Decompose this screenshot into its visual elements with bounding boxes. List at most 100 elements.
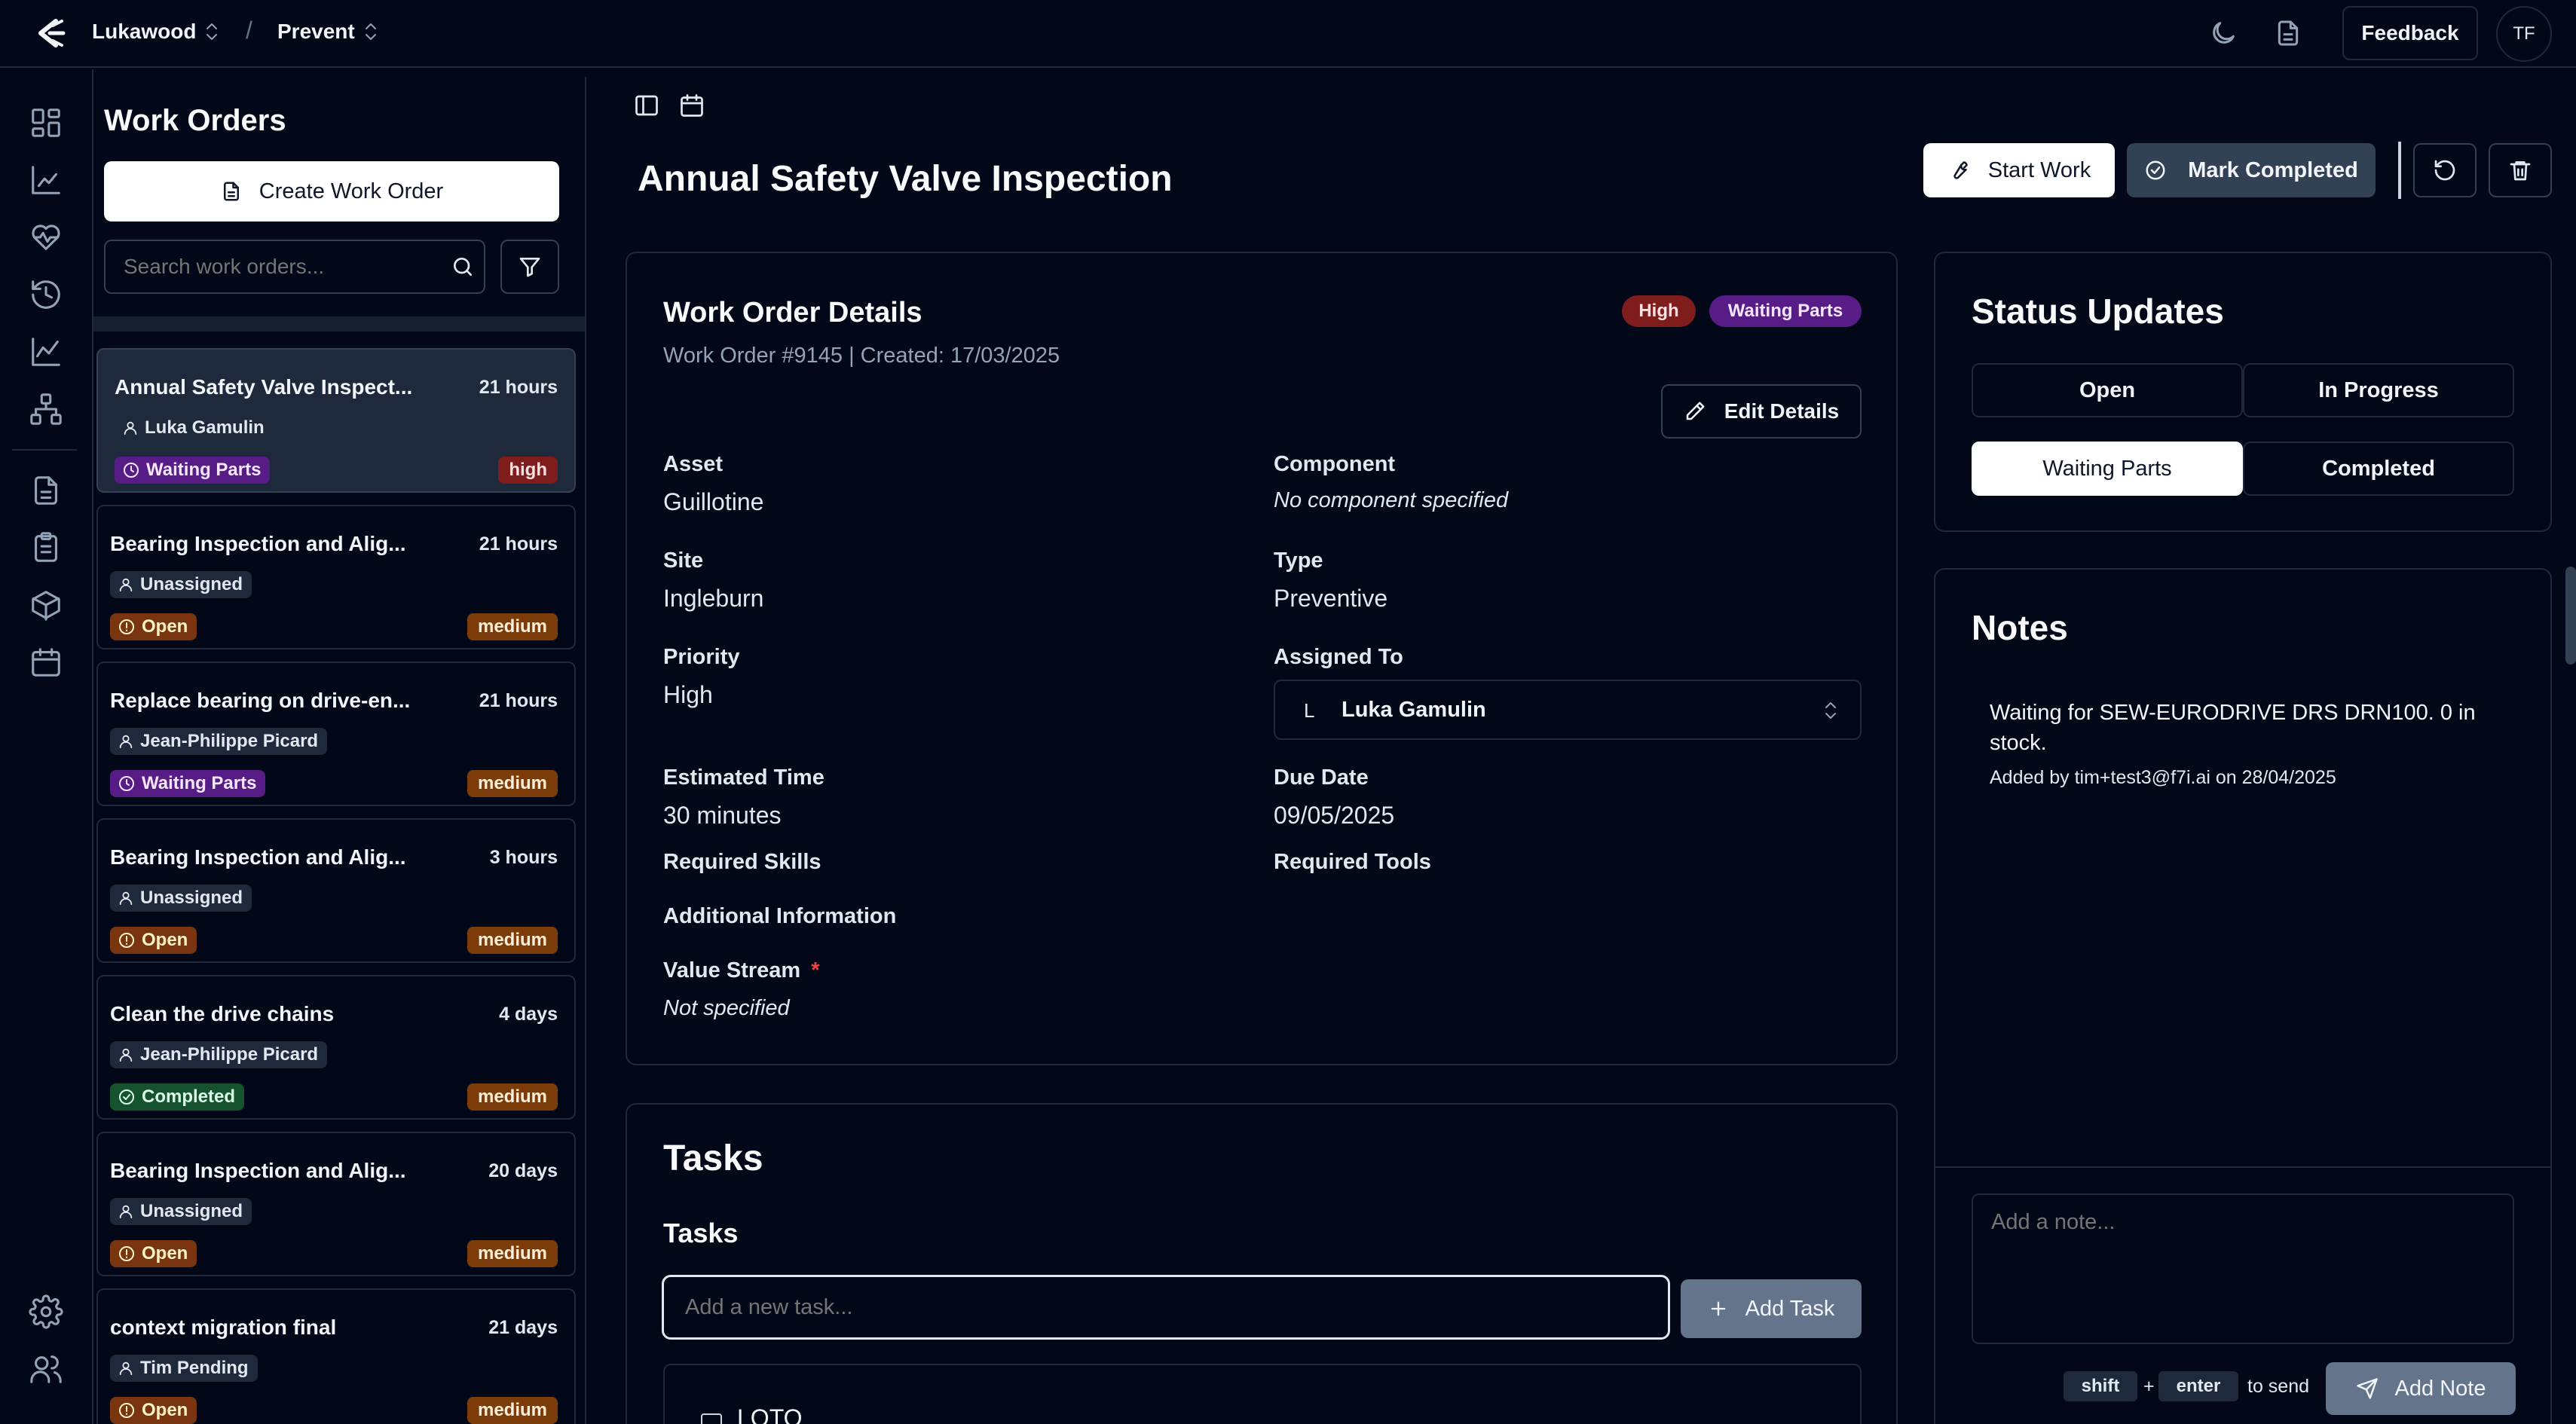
app-switcher[interactable]: Prevent bbox=[277, 20, 379, 44]
status-option-completed[interactable]: Completed bbox=[2243, 442, 2514, 496]
moon-icon[interactable] bbox=[2208, 18, 2238, 48]
tasks-card: Tasks Tasks Add Task LOTO bbox=[626, 1103, 1898, 1424]
work-orders-icon[interactable] bbox=[29, 473, 63, 508]
task-checkbox[interactable] bbox=[701, 1413, 722, 1424]
new-task-input[interactable] bbox=[662, 1275, 1670, 1340]
status-option-waiting-parts[interactable]: Waiting Parts bbox=[1972, 442, 2243, 496]
shift-key: shift bbox=[2064, 1371, 2137, 1401]
note-text: Waiting for SEW-EURODRIVE DRS DRN100. 0 … bbox=[1990, 701, 2476, 755]
add-task-button[interactable]: Add Task bbox=[1681, 1279, 1862, 1338]
priority-badge: medium bbox=[467, 1240, 558, 1267]
site-label: Site bbox=[663, 549, 704, 573]
type-label: Type bbox=[1274, 549, 1323, 573]
shortcut-hint: to send bbox=[2247, 1376, 2310, 1397]
nav-rail bbox=[0, 69, 93, 1424]
assignee-name: Unassigned bbox=[140, 1201, 243, 1221]
alert-circle-icon bbox=[118, 931, 142, 949]
delete-button[interactable] bbox=[2489, 143, 2552, 197]
work-order-card[interactable]: Bearing Inspection and Alig... 3 hours U… bbox=[96, 818, 576, 963]
priority-value: High bbox=[663, 681, 713, 708]
page-title: Annual Safety Valve Inspection bbox=[638, 159, 1173, 199]
status-badge: Open bbox=[110, 1397, 197, 1424]
check-circle-icon bbox=[2144, 159, 2167, 182]
notes-heading: Notes bbox=[1972, 608, 2068, 647]
rotate-ccw-icon bbox=[2433, 158, 2457, 182]
add-note-label: Add Note bbox=[2394, 1376, 2486, 1401]
status-badge: Open bbox=[110, 927, 197, 954]
work-order-card[interactable]: Clean the drive chains 4 days Jean-Phili… bbox=[96, 975, 576, 1120]
box-icon[interactable] bbox=[29, 588, 63, 622]
history-icon[interactable] bbox=[29, 277, 63, 312]
hierarchy-icon[interactable] bbox=[29, 392, 63, 426]
status-badge: Completed bbox=[110, 1083, 245, 1111]
work-order-age: 21 hours bbox=[479, 377, 558, 398]
feedback-button[interactable]: Feedback bbox=[2342, 6, 2478, 60]
alert-circle-icon bbox=[118, 1401, 142, 1419]
avatar[interactable]: TF bbox=[2496, 6, 2552, 62]
due-date-label: Due Date bbox=[1274, 765, 1369, 790]
assigned-label: Assigned To bbox=[1274, 645, 1403, 669]
org-switcher[interactable]: Lukawood bbox=[92, 20, 220, 44]
work-order-card[interactable]: Replace bearing on drive-en... 21 hours … bbox=[96, 662, 576, 806]
bar-chart-icon[interactable] bbox=[29, 163, 63, 197]
work-order-card[interactable]: Annual Safety Valve Inspect... 21 hours … bbox=[96, 348, 576, 493]
status-label: Completed bbox=[142, 1086, 236, 1107]
work-order-card[interactable]: Bearing Inspection and Alig... 20 days U… bbox=[96, 1132, 576, 1276]
start-work-button[interactable]: Start Work bbox=[1923, 143, 2115, 197]
status-updates-heading: Status Updates bbox=[1972, 292, 2224, 331]
mark-completed-button[interactable]: Mark Completed bbox=[2127, 143, 2376, 197]
breadcrumb-separator: / bbox=[246, 17, 252, 44]
chevrons-up-down-icon bbox=[363, 20, 379, 43]
users-icon[interactable] bbox=[29, 1352, 63, 1386]
work-order-title: Bearing Inspection and Alig... bbox=[110, 532, 406, 555]
settings-icon[interactable] bbox=[29, 1294, 63, 1329]
work-order-card[interactable]: Bearing Inspection and Alig... 21 hours … bbox=[96, 505, 576, 649]
work-order-cards: Annual Safety Valve Inspect... 21 hours … bbox=[96, 77, 579, 1424]
add-note-button[interactable]: Add Note bbox=[2326, 1362, 2516, 1415]
work-order-title: context migration final bbox=[110, 1316, 337, 1339]
component-label: Component bbox=[1274, 452, 1396, 476]
heart-pulse-icon[interactable] bbox=[29, 220, 63, 255]
alert-circle-icon bbox=[118, 1245, 142, 1263]
edit-details-button[interactable]: Edit Details bbox=[1661, 384, 1862, 439]
sidebar-toggle-icon[interactable] bbox=[633, 92, 660, 119]
work-order-card[interactable]: context migration final 21 days Tim Pend… bbox=[96, 1288, 576, 1424]
page-scrollbar[interactable] bbox=[2565, 567, 2576, 665]
calendar-icon[interactable] bbox=[29, 645, 63, 680]
user-icon bbox=[118, 1360, 140, 1377]
reset-button[interactable] bbox=[2413, 143, 2477, 197]
chevron-burst-logo-icon[interactable] bbox=[33, 17, 68, 50]
work-order-title: Annual Safety Valve Inspect... bbox=[115, 375, 413, 399]
document-icon[interactable] bbox=[2273, 18, 2303, 48]
note-input[interactable] bbox=[1972, 1193, 2514, 1344]
component-value: No component specified bbox=[1274, 488, 1509, 512]
priority-badge: high bbox=[498, 457, 558, 484]
status-label: Waiting Parts bbox=[146, 460, 262, 480]
work-order-age: 3 hours bbox=[489, 847, 558, 868]
status-option-open[interactable]: Open bbox=[1972, 363, 2243, 417]
assignee-select[interactable]: L Luka Gamulin bbox=[1274, 680, 1862, 740]
shortcut-plus: + bbox=[2143, 1376, 2155, 1397]
task-name: LOTO bbox=[737, 1404, 803, 1424]
status-label: Waiting Parts bbox=[142, 773, 257, 793]
task-item[interactable]: LOTO bbox=[663, 1364, 1862, 1424]
work-order-title: Replace bearing on drive-en... bbox=[110, 689, 411, 712]
work-order-details-card: Work Order Details Work Order #9145 | Cr… bbox=[626, 252, 1898, 1065]
assignee-chip: Unassigned bbox=[110, 1198, 252, 1225]
line-chart-icon[interactable] bbox=[29, 335, 63, 369]
app-name: Prevent bbox=[277, 20, 355, 43]
clipboard-icon[interactable] bbox=[29, 530, 63, 565]
status-label: Open bbox=[142, 930, 188, 950]
dashboard-icon[interactable] bbox=[29, 105, 63, 140]
status-option-in-progress[interactable]: In Progress bbox=[2243, 363, 2514, 417]
calendar-view-icon[interactable] bbox=[678, 92, 705, 119]
priority-label: Priority bbox=[663, 645, 740, 669]
assignee-selected: Luka Gamulin bbox=[1342, 698, 1486, 722]
user-icon bbox=[118, 1047, 140, 1063]
status-updates-card: Status Updates Open In Progress Waiting … bbox=[1934, 252, 2552, 532]
clock-icon bbox=[122, 461, 146, 479]
chevrons-up-down-icon bbox=[203, 20, 220, 43]
due-date-value: 09/05/2025 bbox=[1274, 802, 1395, 829]
status-label: Open bbox=[142, 1243, 188, 1264]
estimated-time-label: Estimated Time bbox=[663, 765, 825, 790]
